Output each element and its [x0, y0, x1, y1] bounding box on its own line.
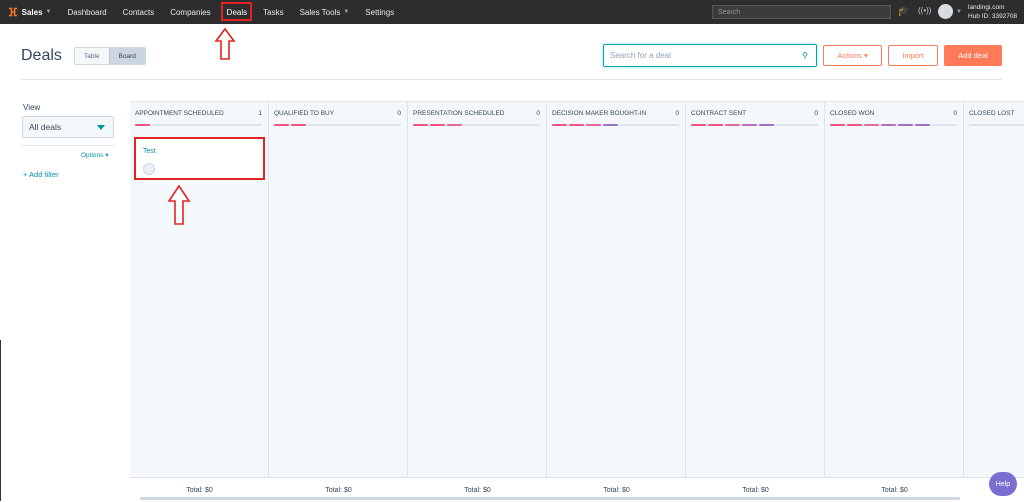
options-link[interactable]: Options ▾	[81, 151, 108, 159]
chevron-down-icon[interactable]: ▼	[956, 9, 962, 15]
view-table-button[interactable]: Table	[75, 48, 109, 64]
stage-segment	[552, 124, 567, 126]
stage-segment	[291, 124, 306, 126]
stage-segment	[569, 124, 584, 126]
hubspot-logo-icon: ⴼ	[8, 6, 18, 19]
stage-segment	[447, 124, 462, 126]
stage-segment	[708, 124, 723, 126]
column-count: 0	[953, 110, 957, 117]
divider	[22, 145, 114, 146]
stage-progress	[413, 124, 462, 126]
column-count: 1	[258, 110, 262, 117]
nav-contacts[interactable]: Contacts	[115, 0, 163, 24]
dropdown-triangle-icon	[97, 125, 105, 130]
stage-segment	[864, 124, 879, 126]
column-name: QUALIFIED TO BUY	[274, 110, 335, 117]
column-count: 0	[675, 110, 679, 117]
column-name: CLOSED WON	[830, 110, 875, 117]
stage-segment	[135, 124, 150, 126]
highlight-box	[134, 137, 265, 180]
column-count: 0	[536, 110, 540, 117]
board-column: CLOSED WON 0 Total: $0	[825, 102, 964, 502]
stage-segment	[742, 124, 757, 126]
nav-deals[interactable]: Deals	[219, 0, 255, 24]
divider	[21, 79, 1002, 80]
stage-segment	[586, 124, 601, 126]
column-name: CLOSED LOST	[969, 110, 1015, 117]
view-label: View	[23, 103, 41, 112]
stage-progress	[691, 124, 774, 126]
stage-progress-track	[969, 124, 1024, 126]
chevron-down-icon: ▼	[45, 9, 52, 15]
view-toggle: Table Board	[74, 47, 146, 65]
horizontal-scrollbar[interactable]	[140, 497, 960, 500]
nav-companies[interactable]: Companies	[162, 0, 218, 24]
view-select-value: All deals	[29, 122, 62, 132]
nav-dashboard[interactable]: Dashboard	[59, 0, 114, 24]
avatar[interactable]	[938, 4, 953, 19]
highlight-box	[220, 2, 252, 21]
view-board-button[interactable]: Board	[108, 48, 145, 64]
chevron-down-icon: ▼	[343, 9, 350, 15]
actions-button[interactable]: Actions ▾	[823, 45, 882, 66]
stage-segment	[430, 124, 445, 126]
search-icon: ⚲	[802, 51, 808, 60]
page-title: Deals	[21, 47, 62, 64]
window-edge	[0, 340, 1, 501]
nav-tasks[interactable]: Tasks	[255, 0, 291, 24]
column-count: 0	[814, 110, 818, 117]
board-column: PRESENTATION SCHEDULED 0 Total: $0	[408, 102, 547, 502]
graduation-cap-icon[interactable]: 🎓	[897, 6, 909, 17]
add-filter-link[interactable]: + Add filter	[23, 170, 59, 179]
hub-id: Hub ID: 3392708	[968, 13, 1018, 20]
stage-segment	[830, 124, 845, 126]
column-count: 0	[397, 110, 401, 117]
stage-segment	[881, 124, 896, 126]
deal-search-input[interactable]: Search for a deal ⚲	[603, 44, 817, 67]
nav-sales-tools-label: Sales Tools	[299, 7, 341, 17]
add-deal-button[interactable]: Add deal	[944, 45, 1002, 66]
stage-progress	[830, 124, 930, 126]
deal-search-placeholder: Search for a deal	[610, 51, 671, 60]
column-name: DECISION MAKER BOUGHT-IN	[552, 110, 647, 117]
import-button[interactable]: Import	[888, 45, 938, 66]
stage-segment	[413, 124, 428, 126]
stage-segment	[725, 124, 740, 126]
stage-segment	[847, 124, 862, 126]
column-name: CONTRACT SENT	[691, 110, 747, 117]
stage-progress	[274, 124, 306, 126]
stage-progress	[552, 124, 618, 126]
stage-segment	[898, 124, 913, 126]
stage-segment	[691, 124, 706, 126]
stage-segment	[759, 124, 774, 126]
nav-sales-tools[interactable]: Sales Tools ▼	[292, 0, 358, 24]
stage-progress	[135, 124, 150, 126]
stage-segment	[274, 124, 289, 126]
global-search-input[interactable]: Search	[712, 5, 891, 19]
arrow-up-annotation-icon	[167, 184, 191, 225]
board-column: DECISION MAKER BOUGHT-IN 0 Total: $0	[547, 102, 686, 502]
column-name: PRESENTATION SCHEDULED	[413, 110, 505, 117]
notifications-icon[interactable]: ((•))	[918, 6, 931, 15]
stage-segment	[603, 124, 618, 126]
board-column: CONTRACT SENT 0 Total: $0	[686, 102, 825, 502]
brand-menu[interactable]: ⴼ Sales ▼	[8, 0, 51, 24]
brand-label: Sales	[21, 7, 43, 17]
column-name: APPOINTMENT SCHEDULED	[135, 110, 224, 117]
stage-segment	[915, 124, 930, 126]
account-domain: landingi.com	[968, 4, 1005, 11]
view-select[interactable]: All deals	[22, 116, 114, 138]
help-button[interactable]: Help	[989, 472, 1017, 496]
stage-progress-track	[135, 124, 262, 126]
nav-settings[interactable]: Settings	[357, 0, 402, 24]
arrow-up-annotation-icon	[214, 27, 236, 60]
account-info[interactable]: landingi.com Hub ID: 3392708	[968, 3, 1017, 21]
board-column: CLOSED LOST	[964, 102, 1024, 502]
board-column: QUALIFIED TO BUY 0 Total: $0	[269, 102, 408, 502]
